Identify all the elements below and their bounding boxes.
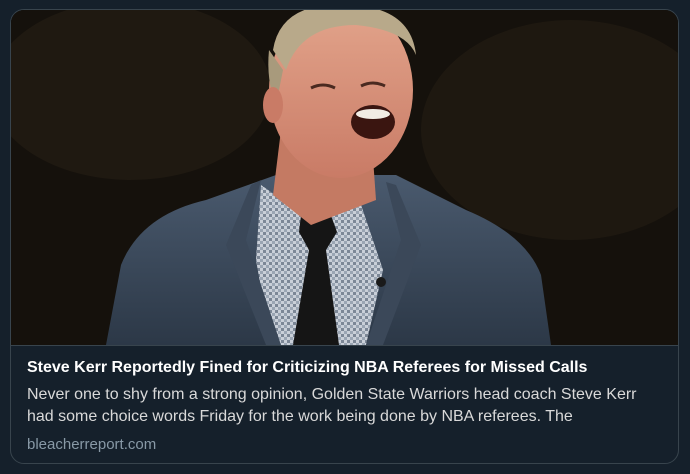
card-title[interactable]: Steve Kerr Reportedly Fined for Criticiz… (27, 358, 662, 378)
card-domain: bleacherreport.com (27, 436, 157, 453)
link-preview-card[interactable]: Steve Kerr Reportedly Fined for Criticiz… (10, 9, 679, 464)
card-body[interactable]: Steve Kerr Reportedly Fined for Criticiz… (11, 345, 678, 463)
card-image[interactable] (11, 10, 678, 345)
card-description: Never one to shy from a strong opinion, … (27, 386, 637, 425)
coach-photo-illustration (11, 10, 678, 345)
